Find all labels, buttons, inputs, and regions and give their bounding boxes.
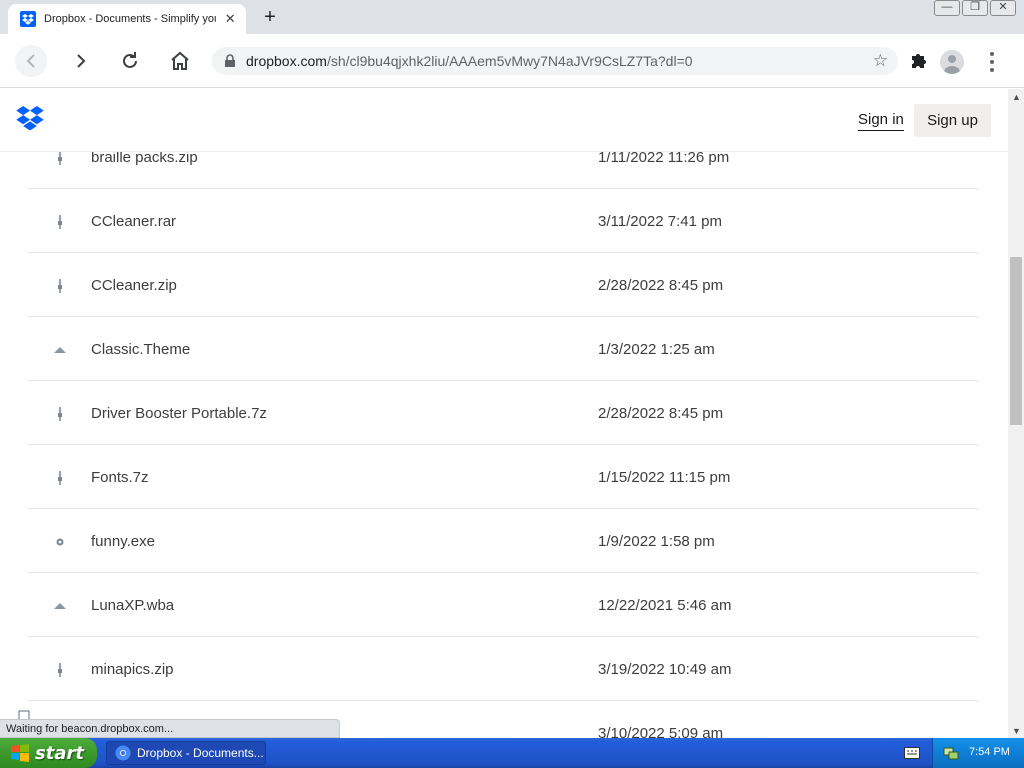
back-button[interactable] [15, 45, 47, 77]
file-row[interactable]: Driver Booster Portable.7z 2/28/2022 8:45… [28, 381, 979, 445]
file-name[interactable]: Driver Booster Portable.7z [91, 405, 267, 422]
tab-close-icon[interactable]: ✕ [222, 11, 238, 27]
file-row[interactable]: CCleaner.rar 3/11/2022 7:41 pm [28, 189, 979, 253]
theme-icon [48, 340, 72, 360]
site-header: Sign in Sign up [0, 89, 1008, 152]
dropbox-logo-icon[interactable] [16, 106, 44, 130]
clock: 7:54 PM [969, 746, 1010, 758]
page-scrollbar[interactable]: ▲ ▼ [1008, 89, 1024, 738]
file-row[interactable]: Fonts.7z 1/15/2022 11:15 pm [28, 445, 979, 509]
minimize-button[interactable]: — [934, 0, 960, 16]
address-bar[interactable]: dropbox.com/sh/cl9bu4qjxhk2liu/AAAem5vMw… [212, 47, 898, 75]
reload-icon [123, 52, 137, 68]
file-name[interactable]: Fonts.7z [91, 469, 149, 486]
file-name[interactable]: Classic.Theme [91, 341, 190, 358]
window-controls: — ❐ ✕ [934, 0, 1016, 16]
page-content: Sign in Sign up braille packs.zip 1/11/20… [0, 89, 1008, 738]
lock-icon [225, 54, 235, 67]
windows-flag-icon [10, 743, 30, 763]
chrome-icon [115, 745, 131, 761]
new-tab-button[interactable]: + [258, 6, 282, 28]
scroll-down-icon[interactable]: ▼ [1012, 726, 1021, 736]
file-modified-date: 1/3/2022 1:25 am [598, 341, 715, 358]
exe-icon [48, 532, 72, 552]
taskbar: start Dropbox - Documents... 7:54 PM [0, 738, 1024, 768]
file-modified-date: 1/15/2022 11:15 pm [598, 469, 731, 486]
file-list: braille packs.zip 1/11/2022 11:26 pm CClea… [28, 125, 979, 738]
start-label: start [35, 742, 84, 764]
file-name[interactable]: LunaXP.wba [91, 597, 174, 614]
zip-icon [48, 404, 72, 424]
network-icon[interactable] [943, 745, 959, 761]
scroll-up-icon[interactable]: ▲ [1012, 92, 1021, 102]
theme-icon [48, 596, 72, 616]
zip-icon [48, 660, 72, 680]
file-name[interactable]: minapics.zip [91, 661, 174, 678]
file-name[interactable]: CCleaner.rar [91, 213, 176, 230]
forward-button[interactable] [65, 45, 97, 77]
file-row[interactable]: minapics.zip 3/19/2022 10:49 am [28, 637, 979, 701]
file-modified-date: 2/28/2022 8:45 pm [598, 277, 724, 294]
file-modified-date: 3/11/2022 7:41 pm [598, 213, 722, 230]
file-modified-date: 3/19/2022 10:49 am [598, 661, 732, 678]
tab-dropbox[interactable]: Dropbox - Documents - Simplify your ✕ [8, 4, 246, 34]
sign-up-button[interactable]: Sign up [914, 104, 991, 137]
file-modified-date: 3/10/2022 5:09 am [598, 725, 724, 738]
restore-button[interactable]: ❐ [962, 0, 988, 16]
start-button[interactable]: start [0, 738, 97, 768]
home-button[interactable] [164, 45, 196, 77]
browser-toolbar: dropbox.com/sh/cl9bu4qjxhk2liu/AAAem5vMw… [0, 34, 1024, 88]
browser-menu-icon[interactable] [984, 50, 1000, 74]
keyboard-icon[interactable] [904, 747, 920, 759]
reload-button[interactable] [114, 45, 146, 77]
extensions-puzzle-icon[interactable] [908, 51, 928, 71]
chevron-left-icon [26, 54, 35, 68]
url-path: /sh/cl9bu4qjxhk2liu/AAAem5vMwy7N4aJVr9Cs… [326, 53, 693, 69]
system-tray: 7:54 PM [932, 738, 1024, 768]
tab-title: Dropbox - Documents - Simplify your [44, 13, 217, 25]
file-row[interactable]: LunaXP.wba 12/22/2021 5:46 am [28, 573, 979, 637]
file-modified-date: 12/22/2021 5:46 am [598, 597, 732, 614]
file-modified-date: 2/28/2022 8:45 pm [598, 405, 724, 422]
url-host: dropbox.com [246, 53, 327, 69]
chevron-right-icon [77, 54, 86, 68]
file-row[interactable]: Classic.Theme 1/3/2022 1:25 am [28, 317, 979, 381]
profile-avatar[interactable] [940, 50, 964, 74]
zip-icon [48, 276, 72, 296]
taskbar-item-dropbox[interactable]: Dropbox - Documents... [106, 741, 266, 765]
file-row[interactable]: CCleaner.zip 2/28/2022 8:45 pm [28, 253, 979, 317]
close-window-button[interactable]: ✕ [990, 0, 1016, 16]
file-row[interactable]: funny.exe 1/9/2022 1:58 pm [28, 509, 979, 573]
scrollbar-thumb[interactable] [1010, 257, 1022, 425]
bookmark-star-icon[interactable]: ☆ [873, 52, 888, 69]
home-icon [171, 51, 189, 70]
zip-icon [48, 468, 72, 488]
url-text: dropbox.com/sh/cl9bu4qjxhk2liu/AAAem5vMw… [246, 53, 693, 69]
taskbar-item-label: Dropbox - Documents... [137, 746, 264, 760]
zip-icon [48, 212, 72, 232]
status-bubble: Waiting for beacon.dropbox.com... [0, 719, 340, 738]
file-name[interactable]: funny.exe [91, 533, 155, 550]
file-name[interactable]: CCleaner.zip [91, 277, 177, 294]
tab-strip: Dropbox - Documents - Simplify your ✕ + … [0, 0, 1024, 34]
sign-in-link[interactable]: Sign in [858, 111, 904, 131]
dropbox-favicon-icon [20, 11, 36, 27]
person-icon [944, 55, 960, 74]
file-modified-date: 1/9/2022 1:58 pm [598, 533, 715, 550]
